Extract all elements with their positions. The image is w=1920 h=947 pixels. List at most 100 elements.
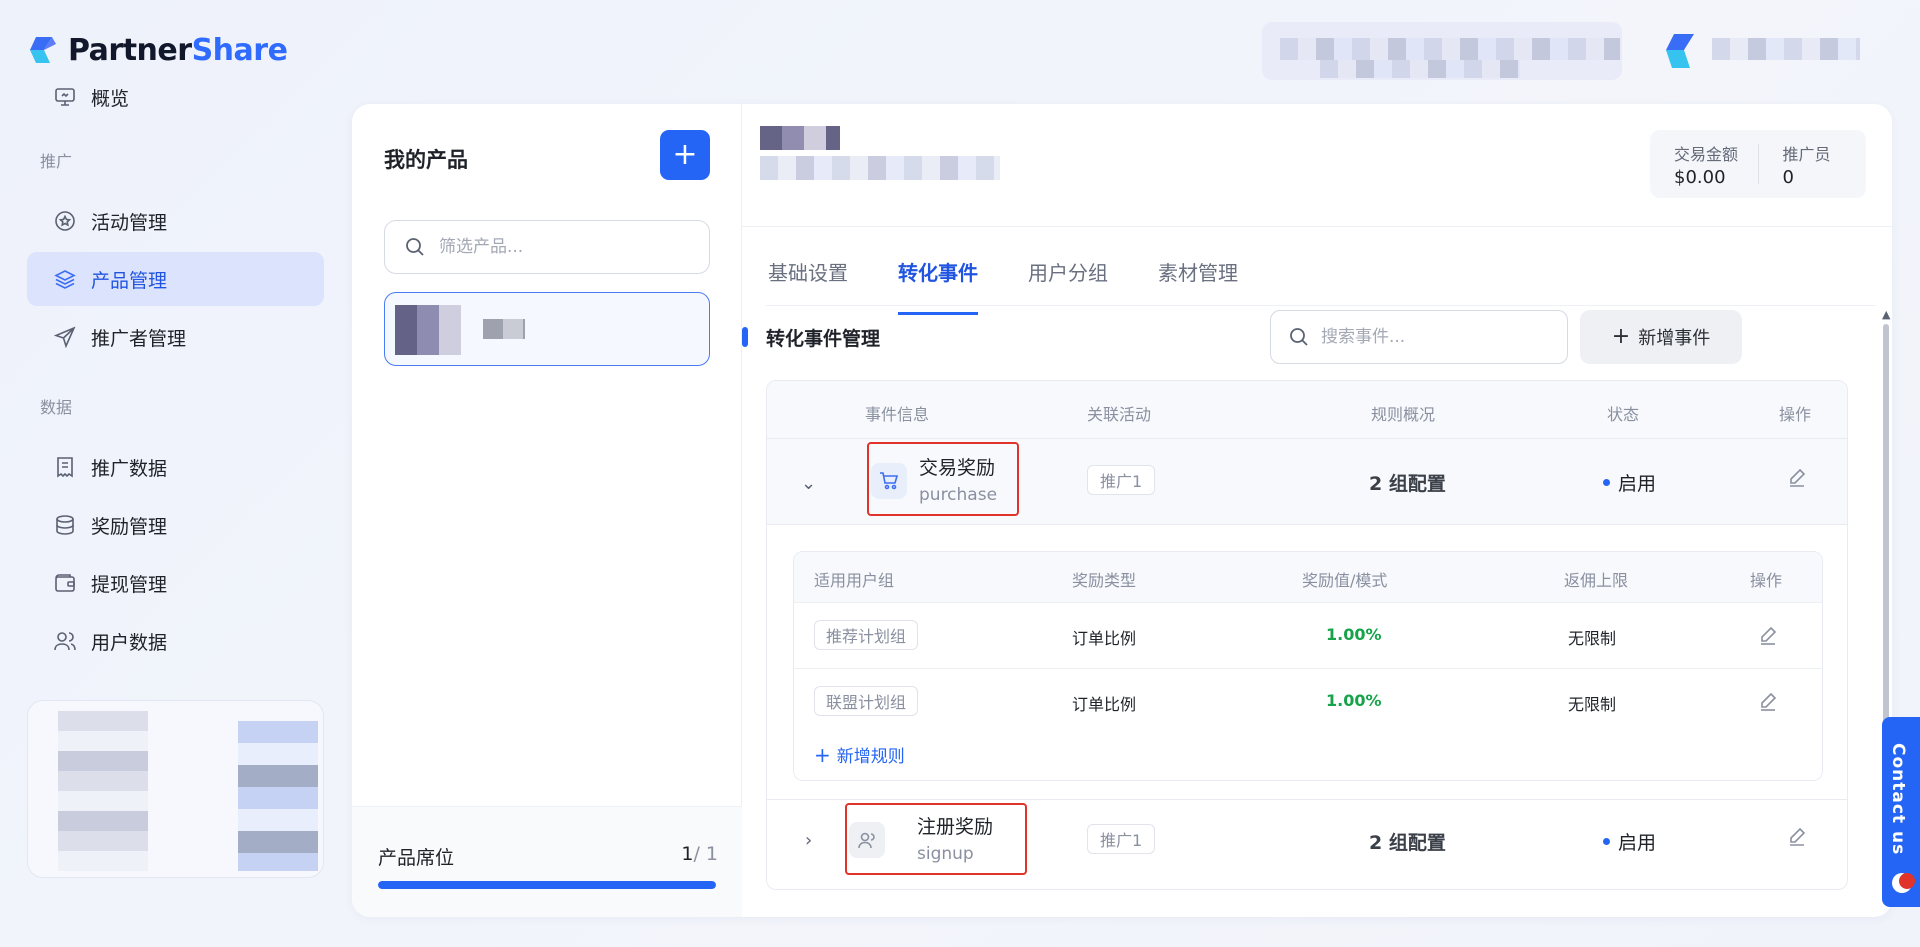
tab-basic-settings[interactable]: 基础设置 xyxy=(768,257,848,312)
tab-conversion-events[interactable]: 转化事件 xyxy=(898,257,978,315)
sidebar-item-withdrawals[interactable]: 提现管理 xyxy=(27,556,324,610)
column-header: 规则概况 xyxy=(1371,405,1436,424)
wallet-icon xyxy=(53,571,77,595)
seats-count: 1/ 1 xyxy=(681,843,718,865)
sidebar-item-promoters[interactable]: 推广者管理 xyxy=(27,310,324,364)
layers-icon xyxy=(53,267,77,291)
contact-us-button[interactable]: Contact us xyxy=(1882,717,1920,907)
chevron-down-icon[interactable]: ⌄ xyxy=(801,473,816,494)
user-name-blurred[interactable] xyxy=(1712,38,1860,60)
product-header-blurred xyxy=(760,116,1060,212)
user-avatar-icon[interactable] xyxy=(1658,28,1706,76)
commission-limit: 无限制 xyxy=(1568,629,1617,648)
stat-amount-value: $0.00 xyxy=(1674,166,1726,188)
add-event-button[interactable]: + 新增事件 xyxy=(1580,310,1742,364)
reward-type: 订单比例 xyxy=(1072,695,1137,714)
product-search-input[interactable] xyxy=(439,237,679,257)
stat-promoters-value: 0 xyxy=(1782,166,1794,188)
section-marker xyxy=(742,327,748,347)
column-header: 操作 xyxy=(1779,405,1812,424)
sidebar-item-user-data[interactable]: 用户数据 xyxy=(27,614,324,668)
account-info-blurred xyxy=(1262,22,1622,80)
product-stats: 交易金额 $0.00 推广员 0 xyxy=(1650,130,1866,198)
product-item-selected[interactable] xyxy=(384,292,710,366)
event-row[interactable]: ⌄ 交易奖励 purchase 推广1 2 组配置 启用 xyxy=(767,439,1847,525)
product-search-box[interactable] xyxy=(384,220,710,274)
notification-dot xyxy=(1899,873,1915,889)
events-table-header: 事件信息 关联活动 规则概况 状态 操作 xyxy=(767,381,1847,439)
events-table: 事件信息 关联活动 规则概况 状态 操作 ⌄ 交易奖励 purchase 推广1… xyxy=(766,380,1848,890)
sidebar-item-label: 奖励管理 xyxy=(91,515,168,538)
add-rule-button[interactable]: + 新增规则 xyxy=(814,742,905,768)
event-name: 注册奖励 xyxy=(917,816,994,838)
status-badge: 启用 xyxy=(1603,828,1656,855)
product-list-panel: 我的产品 + 产品席位 1/ 1 xyxy=(352,104,742,917)
plus-icon: + xyxy=(814,742,831,767)
brand-logo[interactable]: PartnerShare xyxy=(26,32,288,68)
stat-amount-label: 交易金额 xyxy=(1674,144,1739,164)
column-header: 奖励类型 xyxy=(1072,571,1137,590)
events-section-title: 转化事件管理 xyxy=(766,328,881,350)
column-header: 事件信息 xyxy=(865,405,930,424)
plan-card-blurred[interactable] xyxy=(27,700,324,878)
edit-icon[interactable] xyxy=(1758,625,1778,645)
receipt-icon xyxy=(53,455,77,479)
user-group-tag: 推荐计划组 xyxy=(814,620,919,650)
section-label-data: 数据 xyxy=(40,398,73,417)
scroll-up-icon[interactable]: ▲ xyxy=(1882,308,1890,321)
tab-materials[interactable]: 素材管理 xyxy=(1158,257,1238,312)
cart-icon xyxy=(871,463,907,499)
sidebar-item-label: 概览 xyxy=(91,87,130,110)
product-name-blurred xyxy=(483,319,525,339)
event-search-input[interactable] xyxy=(1321,327,1551,347)
search-icon xyxy=(406,238,424,256)
search-icon xyxy=(1290,328,1308,346)
event-name: 交易奖励 xyxy=(919,457,996,479)
rules-summary: 2 组配置 xyxy=(1369,473,1446,495)
monitor-icon xyxy=(53,85,77,109)
add-product-button[interactable]: + xyxy=(660,130,710,180)
event-row[interactable]: › 注册奖励 signup 推广1 2 组配置 启用 xyxy=(767,799,1847,885)
rules-summary: 2 组配置 xyxy=(1369,832,1446,854)
column-header: 状态 xyxy=(1607,405,1640,424)
tab-user-groups[interactable]: 用户分组 xyxy=(1028,257,1108,312)
event-search-box[interactable] xyxy=(1270,310,1568,364)
column-header: 奖励值/模式 xyxy=(1302,571,1388,590)
reward-type: 订单比例 xyxy=(1072,629,1137,648)
stat-amount: 交易金额 $0.00 xyxy=(1650,141,1758,188)
sidebar-item-overview[interactable]: 概览 xyxy=(27,70,324,124)
product-detail-panel: 交易金额 $0.00 推广员 0 基础设置 转化事件 用户分组 素材管理 转化事… xyxy=(742,104,1892,917)
event-code: purchase xyxy=(919,485,998,505)
event-code: signup xyxy=(917,844,974,864)
sidebar-item-label: 产品管理 xyxy=(91,269,168,292)
status-badge: 启用 xyxy=(1603,469,1656,496)
sidebar-item-products[interactable]: 产品管理 xyxy=(27,252,324,306)
seats-label: 产品席位 xyxy=(378,847,455,869)
sidebar-item-activities[interactable]: 活动管理 xyxy=(27,194,324,248)
edit-icon[interactable] xyxy=(1787,826,1807,846)
stat-promoters-label: 推广员 xyxy=(1782,144,1831,164)
product-seats-footer: 产品席位 1/ 1 xyxy=(352,806,742,917)
edit-icon[interactable] xyxy=(1758,691,1778,711)
event-rules-table: 适用用户组 奖励类型 奖励值/模式 返佣上限 操作 推荐计划组 订单比例 1.0… xyxy=(793,551,1823,781)
database-icon xyxy=(53,513,77,537)
chevron-right-icon[interactable]: › xyxy=(805,830,812,851)
sidebar-item-label: 推广者管理 xyxy=(91,327,187,350)
user-group-tag: 联盟计划组 xyxy=(814,686,919,716)
activity-tag: 推广1 xyxy=(1087,824,1156,854)
sidebar-item-label: 用户数据 xyxy=(91,631,168,654)
add-rule-label: 新增规则 xyxy=(836,747,905,767)
reward-value: 1.00% xyxy=(1326,625,1382,644)
sidebar-item-label: 活动管理 xyxy=(91,211,168,234)
product-thumbnail-blurred xyxy=(395,305,461,355)
sidebar-item-rewards[interactable]: 奖励管理 xyxy=(27,498,324,552)
user-icon xyxy=(849,822,885,858)
section-label-promo: 推广 xyxy=(40,152,73,171)
sidebar-item-label: 提现管理 xyxy=(91,573,168,596)
add-event-label: 新增事件 xyxy=(1638,328,1711,349)
stat-promoters: 推广员 0 xyxy=(1758,141,1866,188)
edit-icon[interactable] xyxy=(1787,467,1807,487)
plus-icon: + xyxy=(1611,324,1631,349)
sidebar-item-promo-data[interactable]: 推广数据 xyxy=(27,440,324,494)
sidebar-item-label: 推广数据 xyxy=(91,457,168,480)
